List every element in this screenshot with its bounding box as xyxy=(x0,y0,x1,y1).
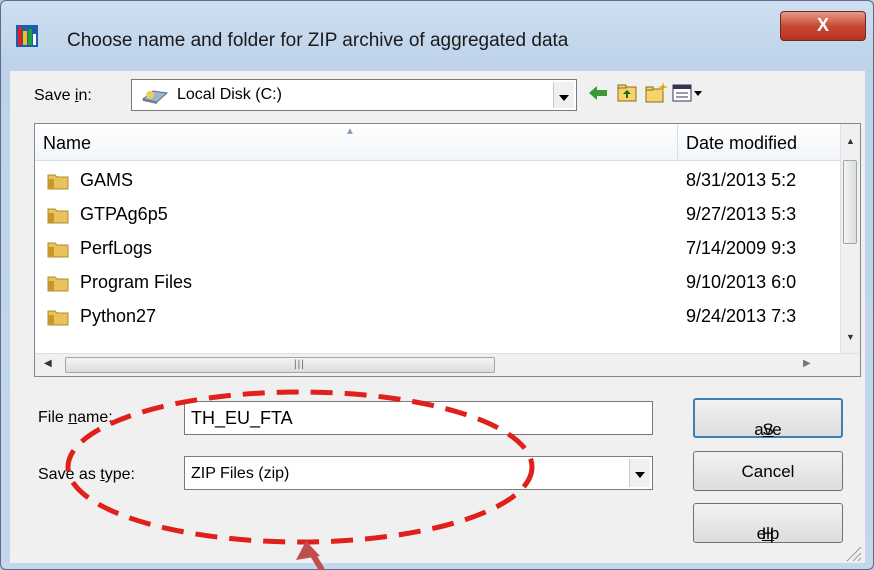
file-date: 7/14/2009 9:3 xyxy=(686,238,797,258)
save-in-combobox[interactable]: Local Disk (C:) xyxy=(131,79,577,111)
file-date: 9/27/2013 5:3 xyxy=(686,204,797,224)
file-name-label: File name: xyxy=(38,409,113,426)
folder-icon xyxy=(47,242,69,258)
save-as-type-combobox[interactable]: ZIP Files (zip) xyxy=(184,456,653,490)
grip-icon: ||| xyxy=(294,359,305,370)
title-bar[interactable]: Choose name and folder for ZIP archive o… xyxy=(1,1,873,61)
horizontal-scroll-thumb[interactable]: ||| xyxy=(65,357,495,373)
horizontal-scrollbar[interactable]: ◀ ||| ▶ xyxy=(35,353,860,376)
list-item[interactable]: GAMS 8/31/2013 5:2 xyxy=(35,164,842,198)
scroll-left-icon[interactable]: ◀ xyxy=(44,358,52,369)
folder-icon xyxy=(47,276,69,292)
save-in-value: Local Disk (C:) xyxy=(177,86,282,103)
up-folder-icon[interactable] xyxy=(615,81,639,105)
cancel-button[interactable]: Cancel xyxy=(693,451,843,491)
list-item[interactable]: Program Files 9/10/2013 6:0 xyxy=(35,266,842,300)
view-menu-icon[interactable] xyxy=(671,81,705,105)
scroll-right-icon[interactable]: ▶ xyxy=(803,358,811,369)
new-folder-icon[interactable] xyxy=(644,81,668,105)
app-icon xyxy=(16,25,38,47)
scroll-down-icon[interactable]: ▼ xyxy=(846,332,855,342)
save-as-type-value: ZIP Files (zip) xyxy=(191,465,290,482)
file-name: PerfLogs xyxy=(80,238,153,258)
vertical-scrollbar[interactable]: ▲ ▼ xyxy=(840,124,860,354)
file-name: GAMS xyxy=(80,170,134,190)
scroll-up-icon[interactable]: ▲ xyxy=(846,136,855,146)
save-as-type-label: Save as type: xyxy=(38,466,135,483)
save-in-label: Save in: xyxy=(34,87,92,104)
file-name: GTPAg6p5 xyxy=(80,204,168,224)
file-date: 9/24/2013 7:3 xyxy=(686,306,797,326)
file-date: 8/31/2013 5:2 xyxy=(686,170,797,190)
help-button[interactable]: Help xyxy=(693,503,843,543)
close-button[interactable]: X xyxy=(780,11,866,41)
list-item[interactable]: Python27 9/24/2013 7:3 xyxy=(35,300,842,334)
close-icon: X xyxy=(816,15,829,35)
file-name: Python27 xyxy=(80,306,157,326)
vertical-scroll-thumb[interactable] xyxy=(843,160,857,244)
chevron-down-icon[interactable] xyxy=(629,459,650,487)
window-title: Choose name and folder for ZIP archive o… xyxy=(67,30,569,51)
save-button[interactable]: Save xyxy=(693,398,843,439)
list-item[interactable]: GTPAg6p5 9/27/2013 5:3 xyxy=(35,198,842,232)
column-header-date-modified[interactable]: Date modified xyxy=(678,124,842,161)
chevron-down-icon[interactable] xyxy=(553,82,574,108)
resize-grip-icon[interactable] xyxy=(841,541,863,563)
folder-icon xyxy=(47,208,69,224)
local-disk-icon xyxy=(141,90,169,104)
list-item[interactable]: PerfLogs 7/14/2009 9:3 xyxy=(35,232,842,266)
folder-icon xyxy=(47,174,69,190)
folder-icon xyxy=(47,310,69,326)
file-list[interactable]: Name ▲ Date modified GAMS 8/31/2013 5:2 … xyxy=(34,123,861,377)
sort-ascending-icon: ▲ xyxy=(345,126,355,137)
file-name-field[interactable] xyxy=(184,401,653,435)
file-name-input[interactable] xyxy=(191,408,631,429)
file-date: 9/10/2013 6:0 xyxy=(686,272,797,292)
file-name: Program Files xyxy=(80,272,193,292)
column-header-name[interactable]: Name ▲ xyxy=(35,124,678,161)
dialog-window: Choose name and folder for ZIP archive o… xyxy=(0,0,874,570)
back-icon[interactable] xyxy=(586,81,610,105)
